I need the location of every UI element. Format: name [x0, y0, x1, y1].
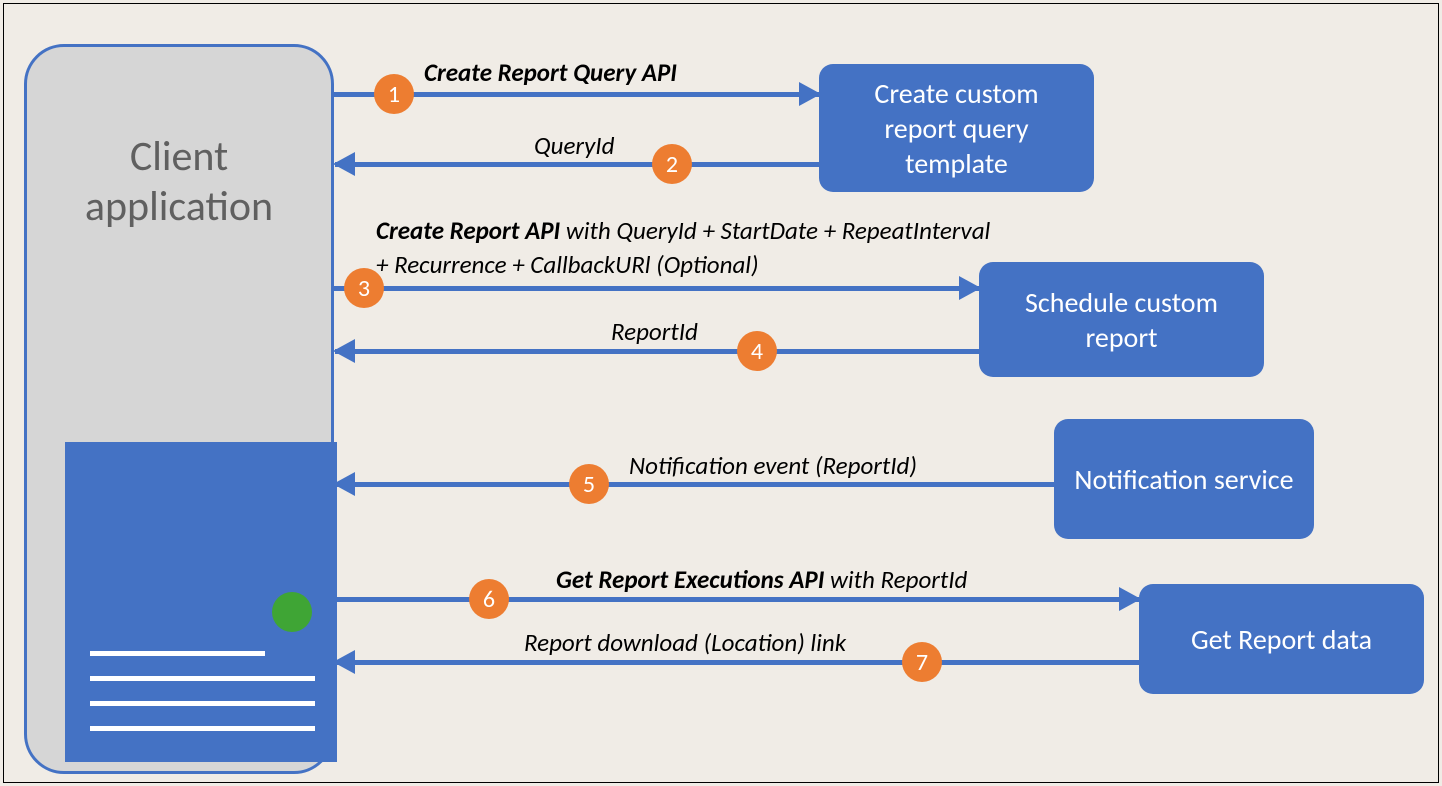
phone-line-icon	[90, 701, 315, 706]
label-step-1: Create Report Query API	[424, 57, 677, 88]
label-text: QueryId	[534, 130, 614, 161]
label-step-3: Create Report API with QueryId + StartDa…	[376, 214, 996, 282]
box-label: Get Report data	[1191, 622, 1372, 657]
box-label: Create custom report query template	[839, 76, 1074, 181]
client-title-line2: application	[85, 181, 273, 232]
arrow-step-2	[335, 162, 820, 167]
label-text: Notification event (ReportId)	[629, 450, 917, 481]
phone-line-icon	[90, 726, 315, 731]
label-step-7: Report download (Location) link	[524, 627, 846, 658]
phone-line-icon	[90, 676, 315, 681]
box-label: Schedule custom report	[999, 285, 1244, 355]
label-text-italic: with ReportId	[824, 564, 967, 595]
client-title-line1: Client	[130, 131, 228, 182]
label-step-4: ReportId	[611, 316, 698, 347]
label-text: Create Report Query API	[424, 57, 677, 88]
box-get-report-data: Get Report data	[1139, 584, 1424, 694]
client-phone-icon	[65, 442, 337, 762]
arrow-step-6	[334, 597, 1139, 602]
arrow-step-3	[334, 286, 979, 291]
label-text-bold: Create Report API	[376, 215, 560, 246]
box-label: Notification service	[1074, 462, 1293, 497]
phone-dot-icon	[272, 592, 312, 632]
diagram-canvas: Client application Create custom report …	[3, 3, 1439, 783]
box-create-query-template: Create custom report query template	[819, 64, 1094, 192]
box-notification-service: Notification service	[1054, 419, 1314, 539]
label-text: Report download (Location) link	[524, 627, 846, 658]
arrow-step-5	[335, 482, 1055, 487]
arrow-step-7	[335, 660, 1140, 665]
label-step-5: Notification event (ReportId)	[629, 450, 917, 481]
label-text-bold: Get Report Executions API	[556, 564, 824, 595]
badge-step-4: 4	[737, 331, 777, 371]
client-application-box: Client application	[24, 44, 334, 774]
badge-step-6: 6	[469, 579, 509, 619]
label-step-6: Get Report Executions API with ReportId	[556, 564, 967, 595]
client-title: Client application	[27, 132, 331, 233]
badge-step-7: 7	[902, 642, 942, 682]
arrow-step-4	[335, 349, 980, 354]
badge-step-2: 2	[652, 144, 692, 184]
badge-step-1: 1	[374, 74, 414, 114]
label-text: ReportId	[611, 316, 698, 347]
phone-line-icon	[90, 651, 265, 656]
box-schedule-report: Schedule custom report	[979, 262, 1264, 377]
label-step-2: QueryId	[534, 130, 614, 161]
badge-step-5: 5	[569, 464, 609, 504]
